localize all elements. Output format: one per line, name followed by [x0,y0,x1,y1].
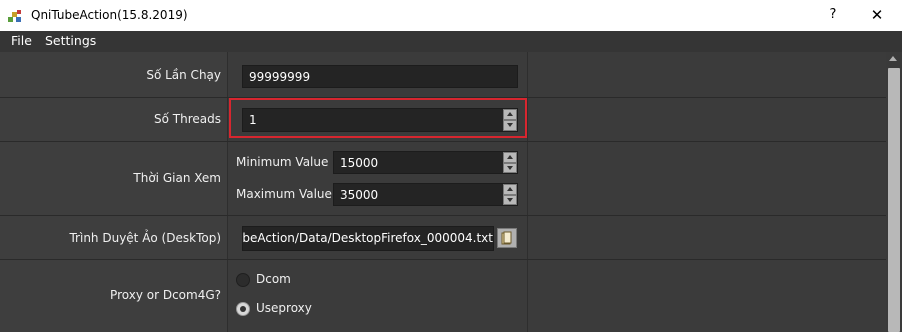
increment-arrow-icon[interactable] [503,152,517,163]
trinh-duyet-label: Trình Duyệt Ảo (DeskTop) [69,231,221,245]
empty-column [528,52,886,332]
trinh-duyet-path-text: TubeAction/Data/DesktopFirefox_000004.tx… [242,231,493,245]
menu-bar: File Settings [0,31,902,52]
useproxy-radio-label[interactable]: Useproxy [256,301,312,315]
folder-icon [501,231,512,245]
minimum-value-stepper[interactable] [503,152,517,173]
app-icon [7,8,23,24]
maximum-value-label: Maximum Value [236,187,332,201]
so-lan-chay-label: Số Lần Chạy [146,68,221,82]
help-button[interactable]: ? [822,4,844,26]
title-bar: QniTubeAction(15.8.2019) ? ✕ [0,0,902,31]
window-title: QniTubeAction(15.8.2019) [31,8,188,22]
minimum-value-label: Minimum Value [236,155,329,169]
minimum-value-input[interactable]: 15000 [333,151,518,174]
trinh-duyet-path-input[interactable]: TubeAction/Data/DesktopFirefox_000004.tx… [242,226,494,251]
increment-arrow-icon[interactable] [503,184,517,195]
decrement-arrow-icon[interactable] [503,162,517,173]
highlight-annotation [229,98,527,138]
row-divider [0,215,886,216]
vertical-scrollbar[interactable] [886,52,902,332]
row-divider [0,141,886,142]
so-lan-chay-input[interactable]: 99999999 [242,65,518,88]
maximum-value-input[interactable]: 35000 [333,183,518,206]
row-divider [0,259,886,260]
maximum-value-stepper[interactable] [503,184,517,205]
proxy-label: Proxy or Dcom4G? [110,288,221,302]
menu-file[interactable]: File [11,33,32,48]
so-threads-label: Số Threads [154,112,221,126]
close-button[interactable]: ✕ [866,4,888,26]
menu-settings[interactable]: Settings [45,33,96,48]
thoi-gian-xem-label: Thời Gian Xem [133,171,221,185]
settings-form: Số Lần Chạy 99999999 Số Threads 1 Thời G… [0,52,886,332]
dcom-radio-label[interactable]: Dcom [256,272,291,286]
dcom-radio[interactable] [236,273,250,287]
scroll-up-arrow-icon[interactable] [889,56,897,61]
browse-button[interactable] [497,228,517,248]
decrement-arrow-icon[interactable] [503,194,517,205]
useproxy-radio[interactable] [236,302,250,316]
scroll-thumb[interactable] [888,68,900,332]
